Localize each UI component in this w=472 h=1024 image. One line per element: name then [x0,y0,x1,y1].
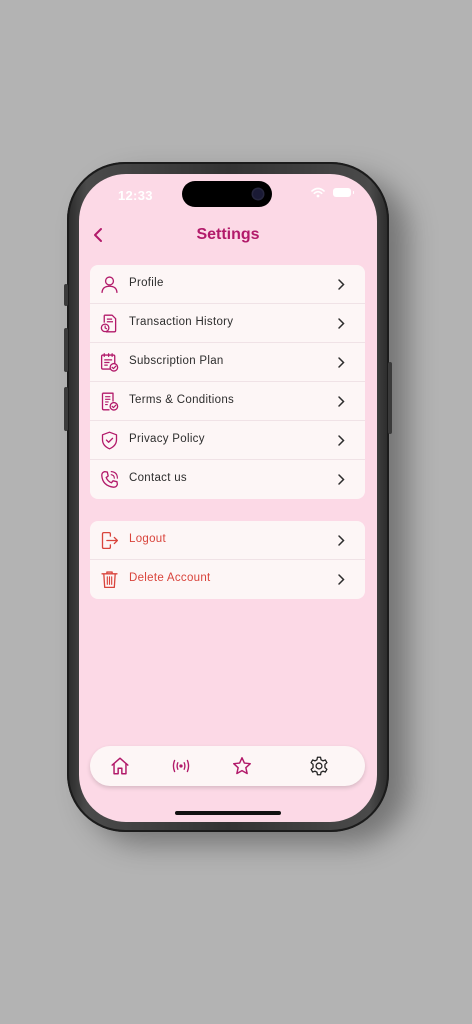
home-icon[interactable] [109,755,131,777]
gear-icon[interactable] [308,755,330,777]
phone-icon [101,470,119,488]
chevron-right-icon [338,357,345,368]
delete-account-button[interactable]: Delete Account [90,560,365,599]
chevron-right-icon [338,318,345,329]
app-screen: 12:33 Settings Profile Transaction Histo… [79,174,377,822]
menu-item-label: Transaction History [129,316,234,328]
logout-icon [101,531,119,550]
chevron-right-icon [338,574,345,585]
camera-icon [253,189,263,199]
settings-menu-card: Profile Transaction History Subscription… [90,265,365,499]
menu-item-label: Terms & Conditions [129,394,235,406]
chevron-right-icon [338,474,345,485]
power-button [388,362,392,434]
menu-item-profile[interactable]: Profile [90,265,365,304]
account-actions-card: Logout Delete Account [90,521,365,599]
menu-item-subscription-plan[interactable]: Subscription Plan [90,343,365,382]
calendar-check-icon [100,353,119,372]
logout-button[interactable]: Logout [90,521,365,560]
menu-item-contact-us[interactable]: Contact us [90,460,365,499]
battery-icon [333,188,354,197]
chevron-right-icon [338,535,345,546]
chevron-right-icon [338,279,345,290]
user-icon [101,276,118,294]
trash-icon [101,571,118,589]
dynamic-island [182,181,272,207]
logout-label: Logout [129,533,166,545]
menu-item-label: Contact us [129,472,187,484]
broadcast-icon[interactable] [170,755,192,777]
status-time: 12:33 [118,188,153,203]
shield-check-icon [101,431,118,450]
page-title: Settings [196,226,260,243]
header: Settings [79,224,377,248]
menu-item-terms-conditions[interactable]: Terms & Conditions [90,382,365,421]
status-indicators [311,187,354,198]
menu-item-label: Subscription Plan [129,355,224,367]
delete-account-label: Delete Account [129,572,211,584]
menu-item-transaction-history[interactable]: Transaction History [90,304,365,343]
document-clock-icon [100,314,117,333]
volume-down-button [64,387,68,431]
menu-item-label: Privacy Policy [129,433,205,445]
star-icon[interactable] [231,755,253,777]
menu-item-label: Profile [129,277,164,289]
document-check-icon [101,392,119,411]
chevron-right-icon [338,435,345,446]
chevron-right-icon [338,396,345,407]
volume-up-button [64,328,68,372]
home-indicator [175,811,281,815]
silent-switch [64,284,68,306]
bottom-tab-bar [90,746,365,786]
menu-item-privacy-policy[interactable]: Privacy Policy [90,421,365,460]
wifi-icon [311,187,325,198]
